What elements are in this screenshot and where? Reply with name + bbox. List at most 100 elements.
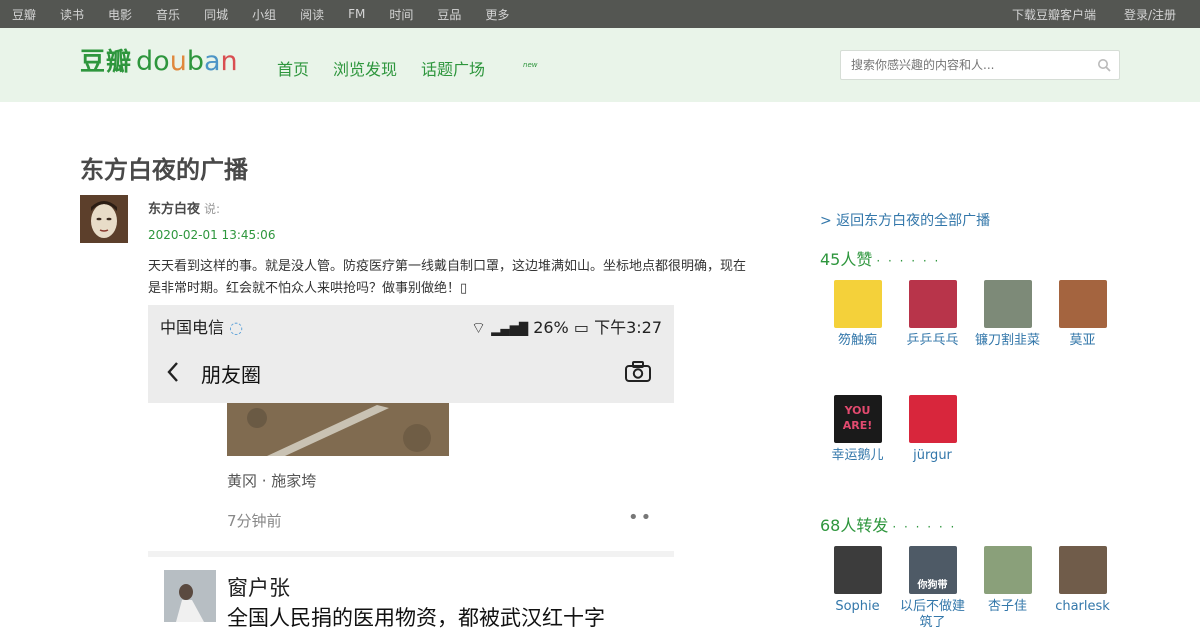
user-item[interactable]: YOU ARE! 幸运鹅儿 xyxy=(820,395,895,464)
top-nav-right: 下载豆瓣客户端 登录/注册 xyxy=(984,0,1176,28)
post-text: 全国人民捐的医用物资，都被武汉红十字 xyxy=(227,606,605,630)
user-avatar[interactable]: YOU ARE! xyxy=(833,395,882,443)
back-arrow-icon xyxy=(167,362,178,382)
phone-carrier: 中国电信 ◌ xyxy=(160,314,243,338)
phone-status-right: ⌔ ▂▄▆█ 26% ▭ 下午3:27 xyxy=(471,314,662,338)
search-box xyxy=(840,50,1120,80)
site-header: 豆瓣 douban 首页 浏览发现 话题广场 new xyxy=(0,28,1200,102)
phone-header: 中国电信 ◌ ⌔ ▂▄▆█ 26% ▭ 下午3:27 朋友圈 xyxy=(148,305,674,403)
user-avatar[interactable] xyxy=(1058,546,1107,594)
author-name[interactable]: 东方白夜 xyxy=(148,202,200,217)
user-name[interactable]: 镰刀割韭菜 xyxy=(970,333,1045,349)
user-item[interactable]: 你狗带以后不做建筑了 xyxy=(895,546,970,631)
top-nav-link[interactable]: 时间 xyxy=(389,6,413,23)
logo-chinese: 豆瓣 xyxy=(80,47,133,76)
search-icon[interactable] xyxy=(1097,58,1111,72)
user-avatar[interactable] xyxy=(908,395,957,443)
user-item[interactable]: 杏子佳 xyxy=(970,546,1045,615)
new-badge: new xyxy=(523,61,538,69)
logo-letter: d xyxy=(136,46,154,77)
top-nav-link[interactable]: 电影 xyxy=(108,6,132,23)
main-nav: 首页 浏览发现 话题广场 new xyxy=(277,56,572,80)
user-avatar[interactable] xyxy=(983,280,1032,328)
douban-logo[interactable]: 豆瓣 douban xyxy=(80,42,238,86)
mask-avatar-image xyxy=(80,195,128,243)
user-avatar[interactable] xyxy=(983,546,1032,594)
top-nav-link[interactable]: 音乐 xyxy=(156,6,180,23)
user-name[interactable]: 乒乒乓乓 xyxy=(895,333,970,349)
loading-icon: ◌ xyxy=(229,318,244,337)
battery-icon: ▭ xyxy=(573,318,589,337)
user-item[interactable]: charlesk xyxy=(1045,546,1120,615)
poster-avatar xyxy=(164,570,216,622)
nav-home[interactable]: 首页 xyxy=(277,56,309,80)
user-avatar[interactable]: 你狗带 xyxy=(908,546,957,594)
status-image[interactable]: 中国电信 ◌ ⌔ ▂▄▆█ 26% ▭ 下午3:27 朋友圈 黄冈 · 施家垮 … xyxy=(148,305,674,630)
logo-letter: n xyxy=(220,46,238,77)
top-nav-links: 豆瓣 读书 电影 音乐 同城 小组 阅读 FM 时间 豆品 更多 xyxy=(12,0,533,28)
top-nav-link[interactable]: 更多 xyxy=(485,6,509,23)
user-name[interactable]: Sophie xyxy=(820,599,895,615)
wifi-icon: ⌔ xyxy=(471,318,487,337)
status-timestamp[interactable]: 2020-02-01 13:45:06 xyxy=(148,228,275,242)
nav-topics-label: 话题广场 xyxy=(421,60,486,79)
top-navigation-bar: 豆瓣 读书 电影 音乐 同城 小组 阅读 FM 时间 豆品 更多 下载豆瓣客户端 登录/注册 xyxy=(0,0,1200,28)
reshares-more-dots[interactable]: · · · · · · xyxy=(892,520,956,534)
more-dots-icon: •• xyxy=(628,507,654,528)
top-nav-link[interactable]: 小组 xyxy=(252,6,276,23)
signal-icon: ▂▄▆█ xyxy=(491,322,529,336)
user-item[interactable]: jürgur xyxy=(895,395,970,464)
logo-letter: b xyxy=(186,46,204,77)
back-to-all-statuses-link[interactable]: > 返回东方白夜的全部广播 xyxy=(820,210,990,230)
user-avatar[interactable] xyxy=(1058,280,1107,328)
user-item[interactable]: 乒乒乓乓 xyxy=(895,280,970,349)
top-nav-link[interactable]: 豆品 xyxy=(437,6,461,23)
reshares-section-title: 68人转发 · · · · · · xyxy=(820,512,956,536)
user-name[interactable]: charlesk xyxy=(1045,599,1120,615)
logo-letter: o xyxy=(153,46,170,77)
page-title: 东方白夜的广播 xyxy=(80,156,248,184)
user-avatar[interactable] xyxy=(833,546,882,594)
user-name[interactable]: 莫亚 xyxy=(1045,333,1120,349)
camera-icon xyxy=(625,361,651,382)
user-name[interactable]: 杏子佳 xyxy=(970,599,1045,615)
top-nav-link[interactable]: 同城 xyxy=(204,6,228,23)
user-name[interactable]: 以后不做建筑了 xyxy=(895,599,970,631)
avatar-badge-text: 你狗带 xyxy=(917,580,948,591)
status-text: 天天看到这样的事。就是没人管。防疫医疗第一线戴自制口罩，这边堆满如山。坐标地点都… xyxy=(148,259,747,296)
logo-letter: u xyxy=(169,46,187,77)
author-avatar[interactable] xyxy=(80,195,128,243)
logo-english: douban xyxy=(136,46,238,77)
reshares-count[interactable]: 68人转发 xyxy=(820,516,888,535)
top-nav-link[interactable]: 豆瓣 xyxy=(12,6,36,23)
nav-topics[interactable]: 话题广场 new xyxy=(421,56,547,80)
likes-count[interactable]: 45人赞 xyxy=(820,250,872,269)
top-nav-right-link[interactable]: 登录/注册 xyxy=(1124,6,1176,23)
logo-letter: a xyxy=(203,46,221,77)
user-name[interactable]: 幸运鹅儿 xyxy=(820,448,895,464)
search-input[interactable] xyxy=(841,51,1081,79)
user-name[interactable]: jürgur xyxy=(895,448,970,464)
poster-name: 窗户张 xyxy=(227,576,290,600)
moments-time-ago: 7分钟前 xyxy=(227,512,282,530)
nav-explore[interactable]: 浏览发现 xyxy=(333,56,397,80)
status-author-line: 东方白夜 说: xyxy=(148,198,220,217)
user-avatar[interactable] xyxy=(833,280,882,328)
user-item[interactable]: 笏触痴 xyxy=(820,280,895,349)
carrier-label: 中国电信 xyxy=(160,318,225,337)
moments-location: 黄冈 · 施家垮 xyxy=(227,472,317,490)
top-nav-right-link[interactable]: 下载豆瓣客户端 xyxy=(1012,6,1096,23)
user-item[interactable]: 镰刀割韭菜 xyxy=(970,280,1045,349)
user-item[interactable]: 莫亚 xyxy=(1045,280,1120,349)
top-nav-link[interactable]: FM xyxy=(348,7,365,21)
battery-percent: 26% xyxy=(533,318,569,337)
says-label: 说: xyxy=(204,202,221,216)
likes-more-dots[interactable]: · · · · · · xyxy=(876,254,940,268)
user-item[interactable]: Sophie xyxy=(820,546,895,615)
user-name[interactable]: 笏触痴 xyxy=(820,333,895,349)
top-nav-link[interactable]: 阅读 xyxy=(300,6,324,23)
phone-clock: 下午3:27 xyxy=(594,318,662,337)
top-nav-link[interactable]: 读书 xyxy=(60,6,84,23)
user-avatar[interactable] xyxy=(908,280,957,328)
moments-separator xyxy=(148,551,674,557)
